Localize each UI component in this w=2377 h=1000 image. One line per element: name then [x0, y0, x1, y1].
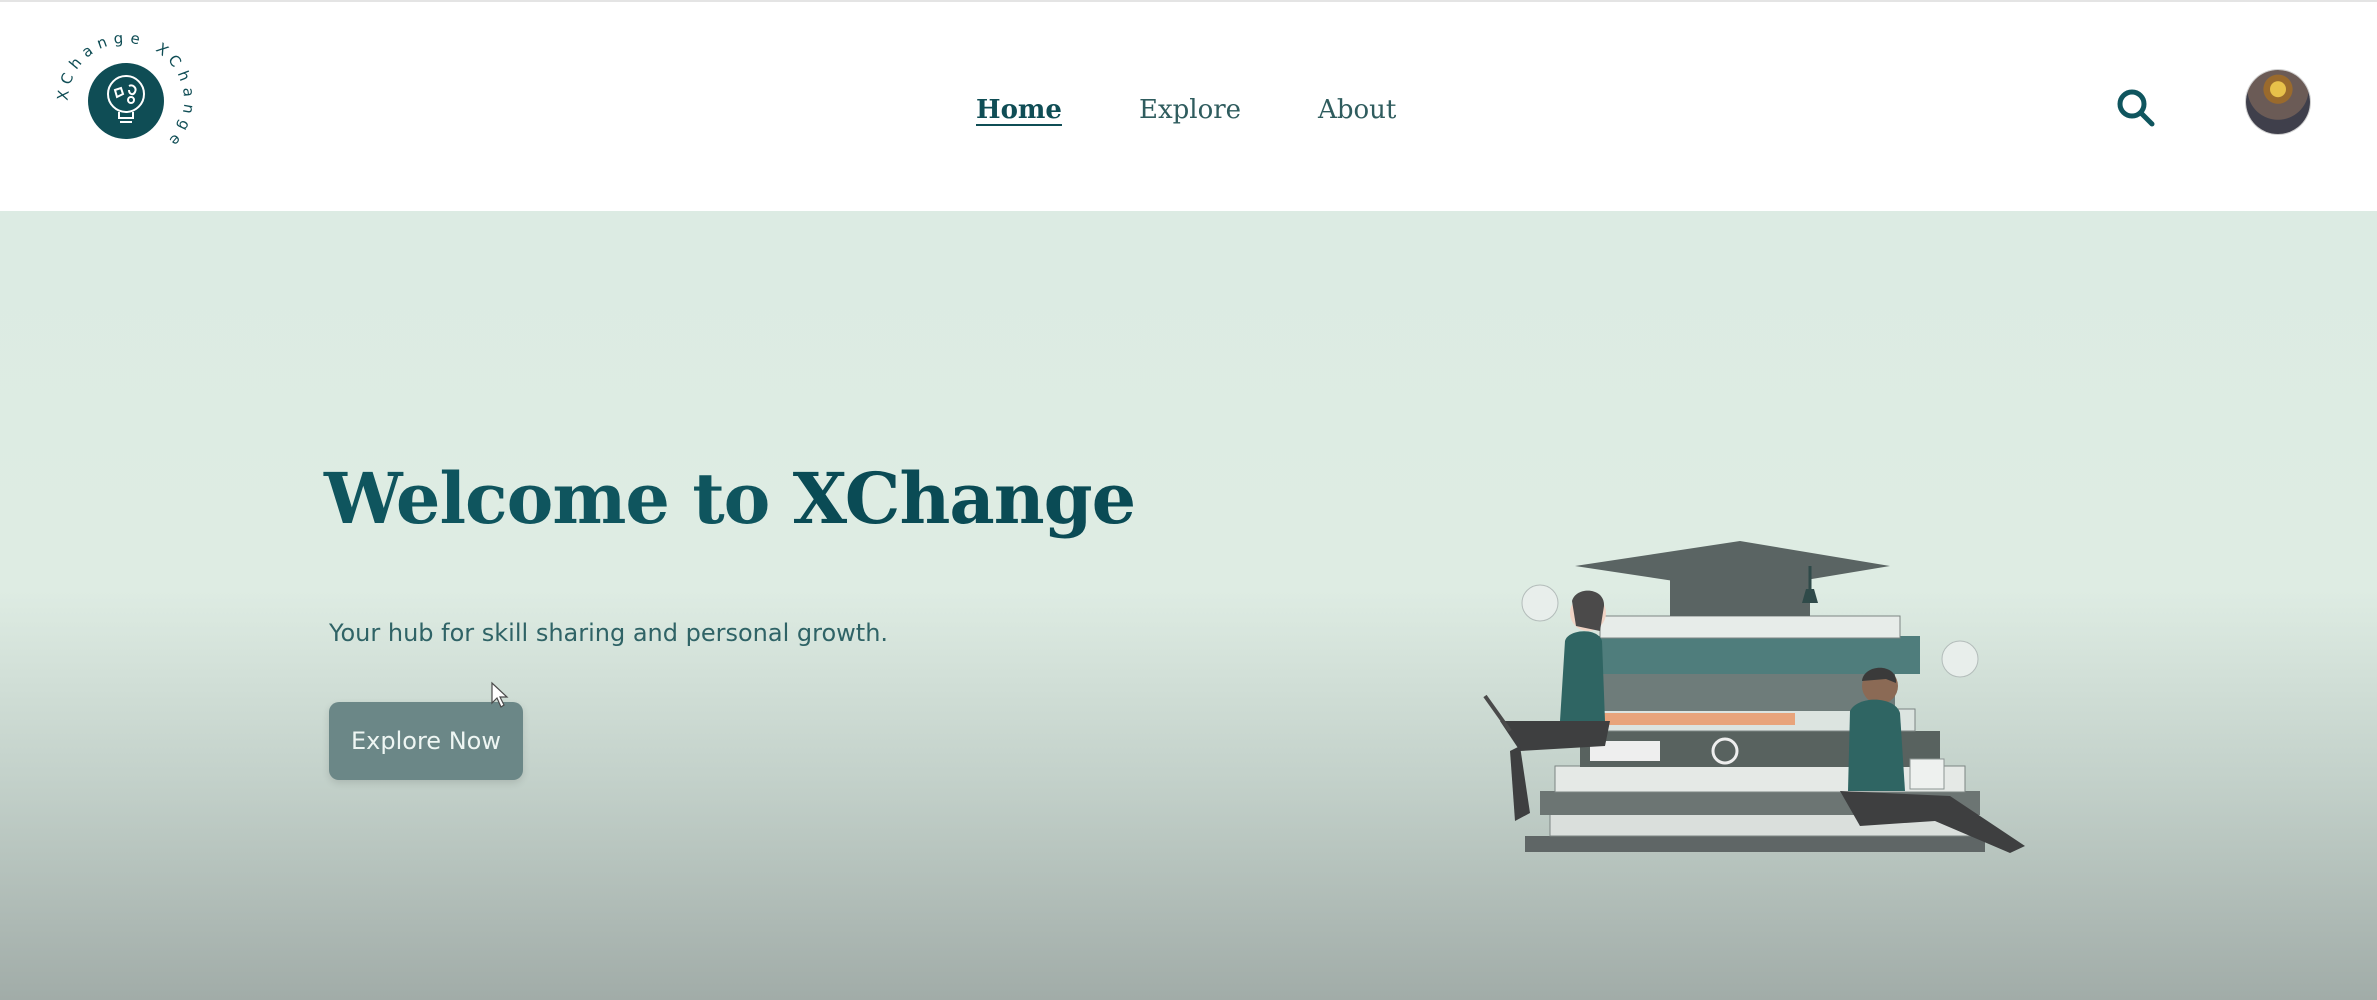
- nav-home-link[interactable]: Home: [976, 95, 1062, 125]
- search-icon: [2117, 89, 2155, 127]
- students-books-illustration: [1480, 491, 2060, 871]
- nav-about-link[interactable]: About: [1318, 95, 1396, 125]
- hero-subtitle: Your hub for skill sharing and personal …: [329, 619, 889, 647]
- user-avatar[interactable]: [2246, 70, 2310, 134]
- hero-section: Welcome to XChange Your hub for skill sh…: [0, 211, 2377, 1000]
- explore-now-button[interactable]: Explore Now: [329, 702, 523, 780]
- top-navigation-bar: XChange XChange Home Explore About: [0, 0, 2377, 211]
- graduation-cap-illustration: [1483, 541, 2025, 853]
- hero-title-prefix: Welcome to: [324, 457, 793, 540]
- search-button[interactable]: [2110, 82, 2160, 132]
- hero-title-brand: XChange: [792, 457, 1136, 540]
- logo-graphic: XChange XChange: [55, 30, 192, 154]
- xchange-logo[interactable]: XChange XChange: [55, 30, 197, 172]
- mouse-cursor-icon: [491, 681, 509, 708]
- hero-title: Welcome to XChange: [324, 457, 1136, 540]
- main-nav: Home Explore About: [976, 90, 1473, 130]
- nav-explore-link[interactable]: Explore: [1139, 95, 1241, 125]
